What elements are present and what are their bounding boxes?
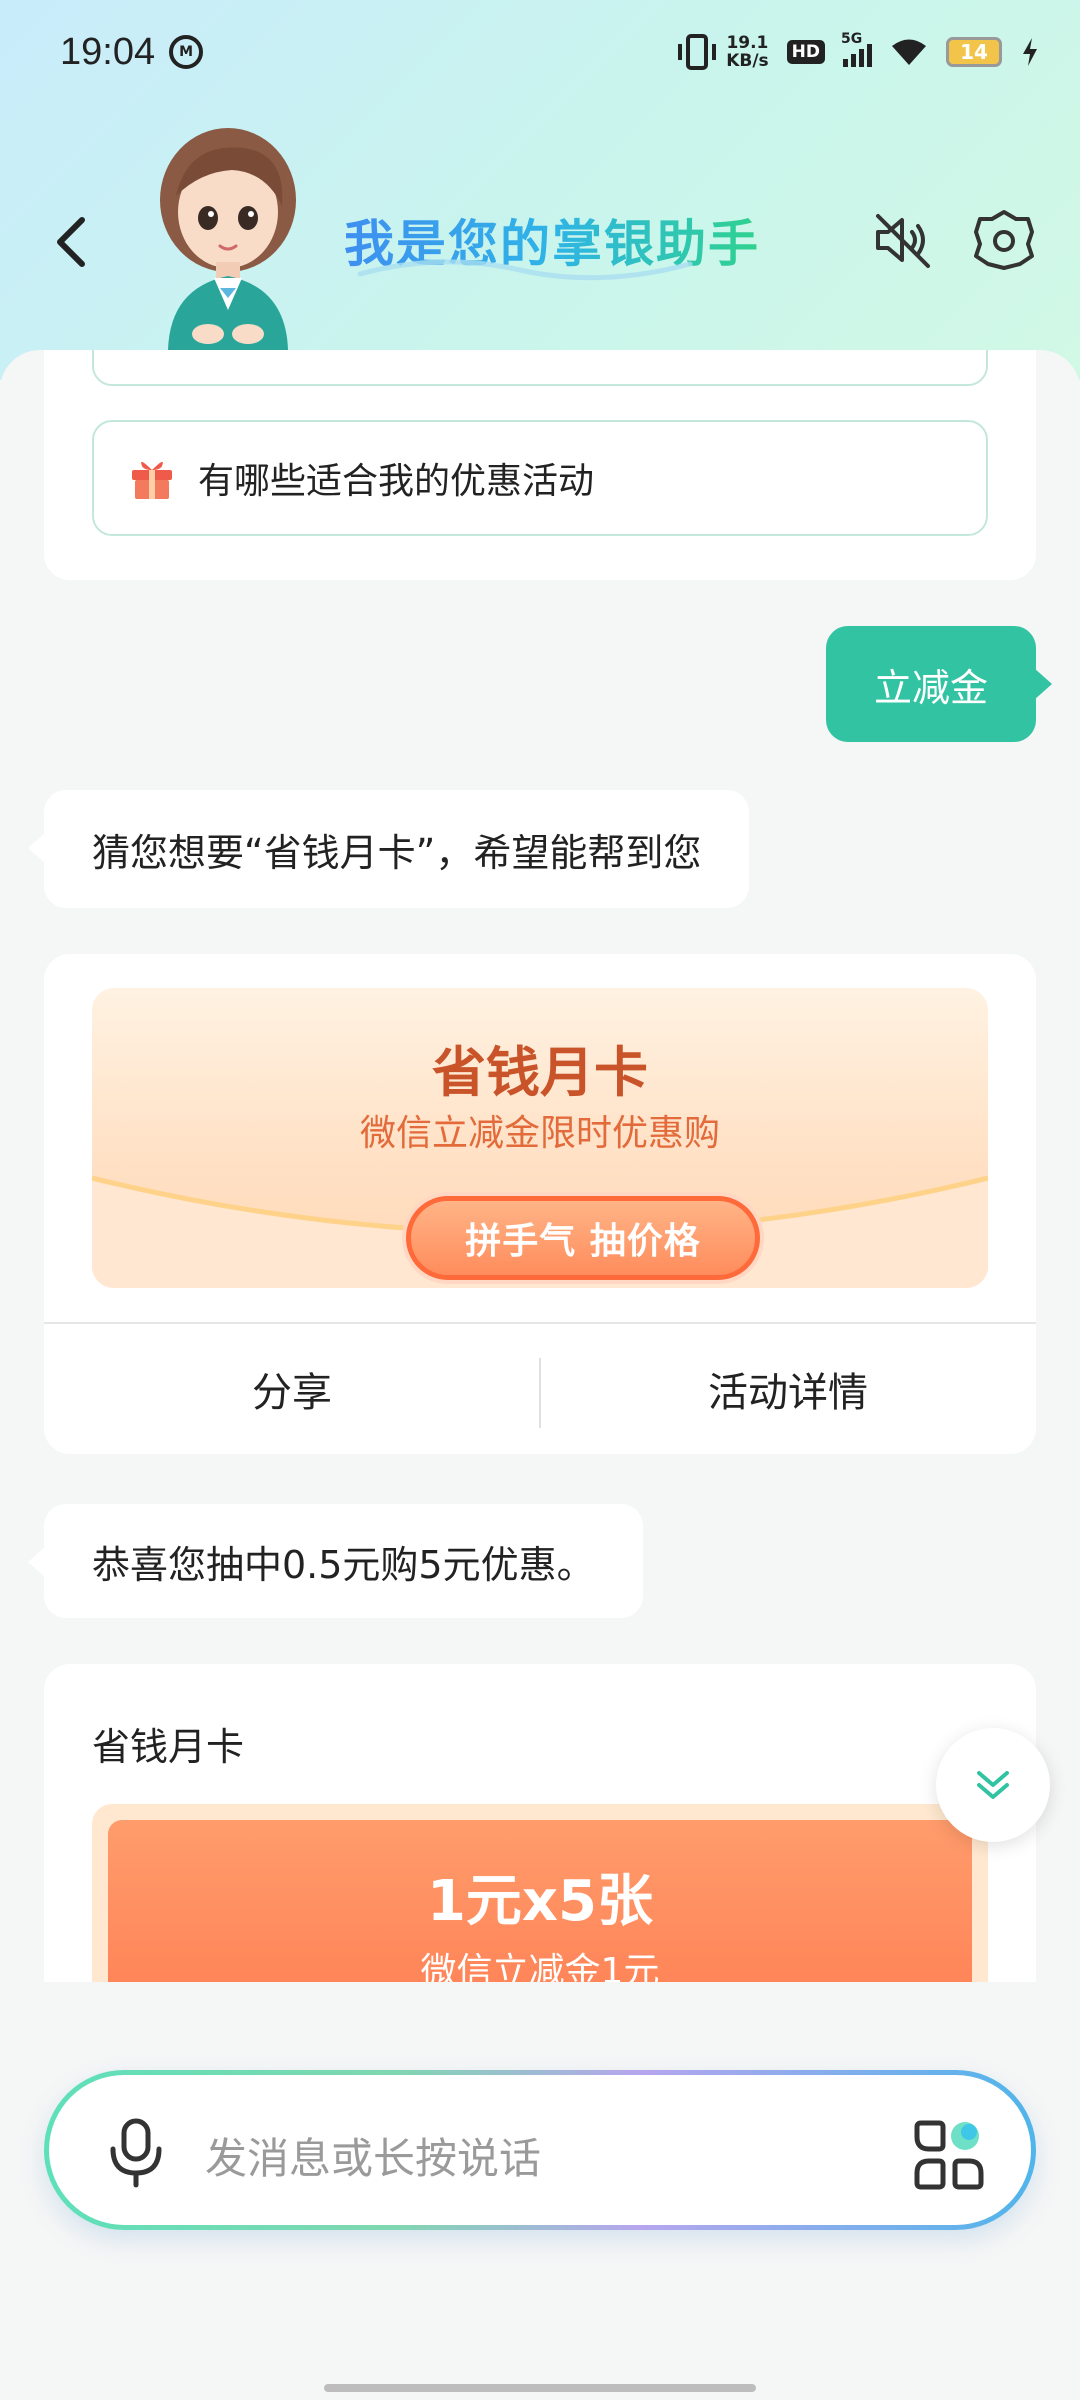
gift-icon	[132, 461, 172, 499]
bot-message-text: 恭喜您抽中0.5元购5元优惠。	[92, 1542, 595, 1587]
share-button[interactable]: 分享	[44, 1324, 540, 1454]
microphone-icon[interactable]	[105, 2117, 167, 2189]
promo-subtitle: 微信立减金限时优惠购	[359, 1113, 720, 1154]
user-message-text: 立减金	[873, 665, 988, 710]
mute-icon[interactable]	[870, 208, 934, 272]
suggestion-label: 有哪些适合我的优惠活动	[198, 461, 595, 502]
signal-icon: 5G	[841, 31, 872, 67]
promo-banner[interactable]: 省钱月卡 微信立减金限时优惠购 拼手气 抽价格	[92, 988, 988, 1288]
promo-card: 省钱月卡 微信立减金限时优惠购 拼手气 抽价格 分享 活动详情	[44, 954, 1036, 1454]
coupon-amount: 1元x5张	[426, 1869, 654, 1934]
coupon-description: 微信立减金1元	[420, 1951, 660, 1982]
message-input-bar: 发消息或长按说话	[44, 2070, 1036, 2230]
double-chevron-down-icon	[977, 1771, 1009, 1799]
monthly-card-title: 省钱月卡	[92, 1725, 245, 1769]
carrier-icon: M	[169, 35, 204, 69]
bot-message-text: 猜您想要“省钱月卡”，希望能帮到您	[92, 830, 702, 875]
battery-level: 14	[960, 40, 988, 64]
coupon-item[interactable]: 1元x5张 微信立减金1元	[108, 1820, 972, 1982]
signal-label: 5G	[841, 31, 863, 47]
user-message-bubble: 立减金	[825, 626, 1053, 742]
promo-title: 省钱月卡	[432, 1041, 648, 1104]
back-arrow-icon[interactable]	[48, 206, 98, 276]
assistant-avatar	[160, 128, 296, 350]
status-bar: 19:04 M 19.1 KB/s HD 5G 14	[0, 0, 1080, 104]
home-indicator[interactable]	[324, 2384, 756, 2392]
suggestion-item-partial[interactable]	[92, 350, 988, 386]
input-placeholder: 发消息或长按说话	[205, 2134, 542, 2183]
network-speed-unit: KB/s	[726, 51, 769, 71]
suggestion-item-offers[interactable]: 有哪些适合我的优惠活动	[92, 420, 988, 536]
scroll-to-bottom-button[interactable]	[936, 1728, 1050, 1842]
message-input[interactable]: 发消息或长按说话	[49, 2075, 1031, 2225]
battery-icon: 14	[946, 37, 1002, 67]
network-speed: 19.1 KB/s	[726, 34, 768, 70]
charging-bolt-icon	[1023, 38, 1037, 66]
status-icons: 19.1 KB/s HD 5G 14	[678, 31, 1040, 70]
bot-message-bubble: 恭喜您抽中0.5元购5元优惠。	[28, 1504, 643, 1618]
hd-badge: HD	[786, 40, 825, 64]
draw-price-button[interactable]: 拼手气 抽价格	[406, 1196, 760, 1280]
suggestions-card: 有哪些适合我的优惠活动	[44, 350, 1036, 580]
apps-icon[interactable]	[909, 2115, 989, 2195]
wifi-icon	[892, 39, 926, 65]
settings-gear-icon[interactable]	[972, 208, 1036, 272]
chat-area[interactable]: 有哪些适合我的优惠活动 立减金 猜您想要“省钱月卡”，希望能帮到您 省钱月卡 微…	[0, 350, 1080, 1982]
activity-details-button[interactable]: 活动详情	[540, 1324, 1036, 1454]
monthly-card: 省钱月卡 1元x5张 微信立减金1元	[44, 1664, 1036, 1982]
network-speed-value: 19.1	[726, 33, 769, 53]
bot-message-bubble: 猜您想要“省钱月卡”，希望能帮到您	[27, 790, 750, 908]
vibrate-icon	[678, 34, 717, 70]
status-time: 19:04	[60, 30, 156, 73]
title-decoration	[357, 259, 693, 281]
